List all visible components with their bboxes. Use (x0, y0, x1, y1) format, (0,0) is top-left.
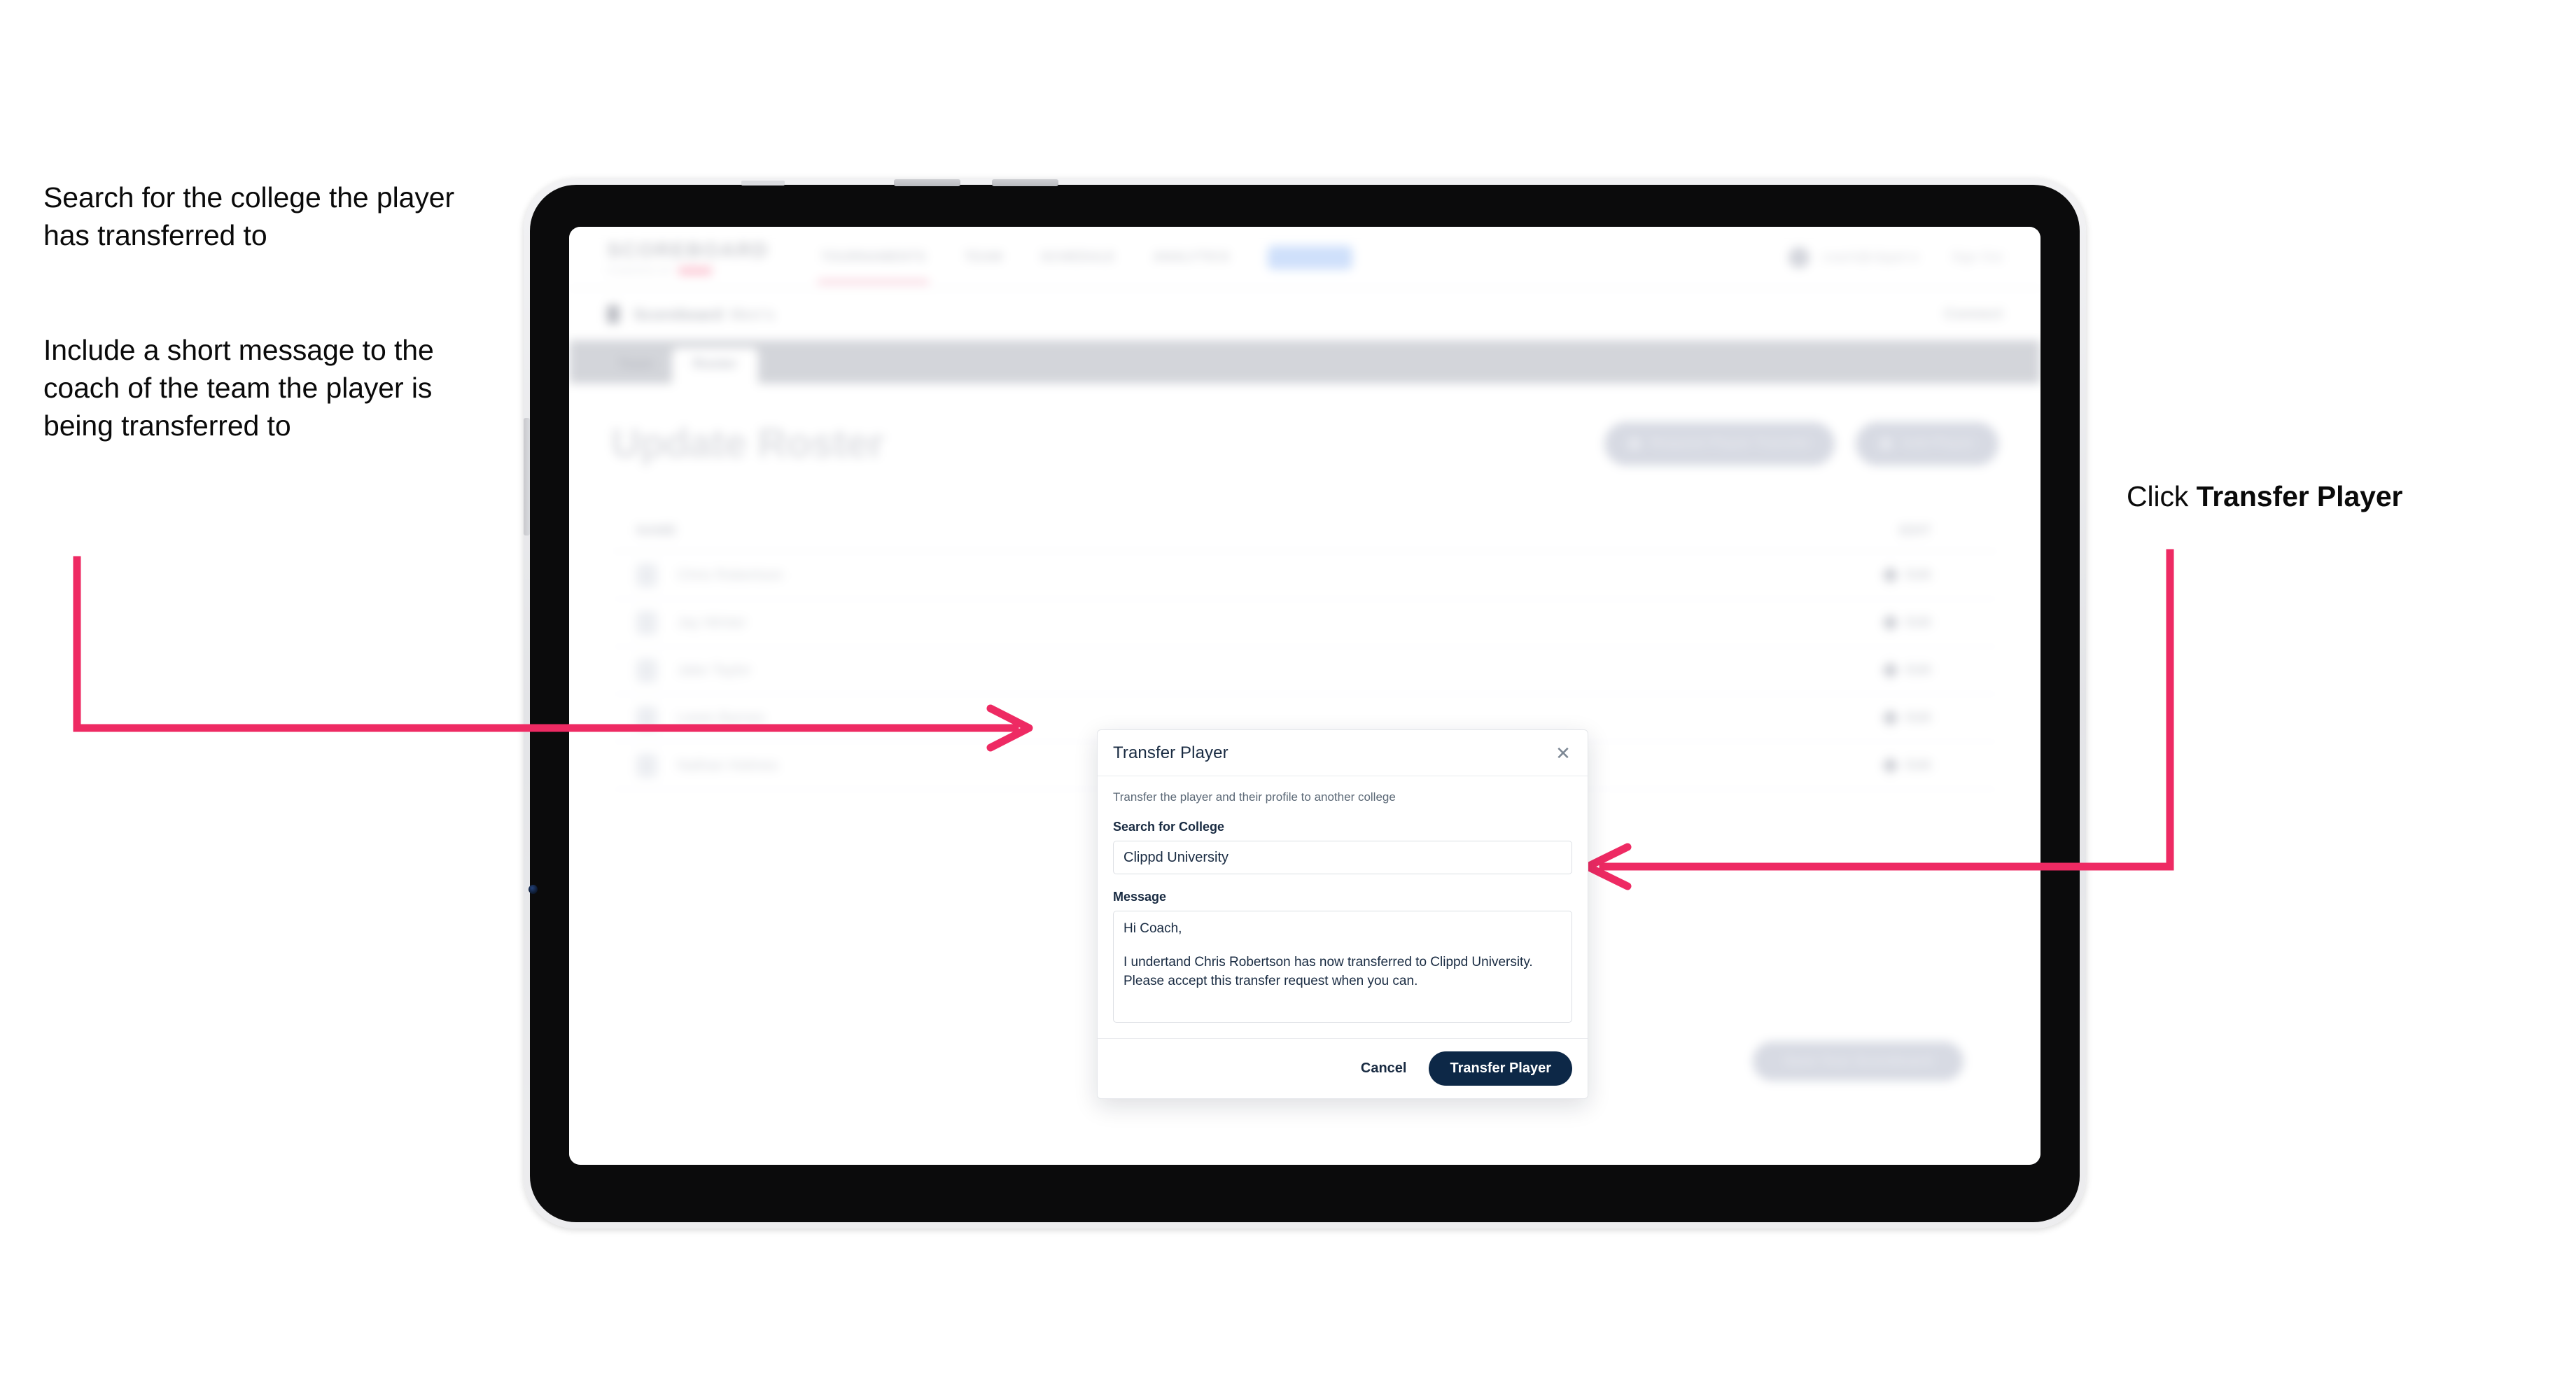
player-avatar (636, 658, 657, 682)
save-scoreboard-label: Save Your Scoreboard (1784, 1053, 1933, 1069)
breadcrumb-primary[interactable]: Scoreboard (634, 305, 723, 324)
logo-clippd-badge (678, 266, 713, 275)
search-college-input[interactable] (1113, 841, 1572, 874)
pencil-icon (1882, 757, 1899, 774)
player-avatar (636, 610, 657, 635)
edit-label: Edit (1906, 615, 1931, 630)
logo-subline: POWERED BY (607, 266, 769, 276)
close-icon[interactable]: ✕ (1553, 743, 1574, 764)
dialog-body: Transfer the player and their profile to… (1098, 776, 1588, 1038)
annotation-click-transfer: Click Transfer Player (2127, 477, 2519, 515)
transfer-player-button[interactable]: Transfer Player (1429, 1051, 1572, 1086)
nav-item-tournaments[interactable]: TOURNAMENTS (818, 250, 929, 284)
player-avatar (636, 706, 657, 730)
app-logo[interactable]: SCOREBOARD POWERED BY (607, 239, 769, 276)
add-player-label: Add Player (1901, 435, 1975, 451)
add-player-button[interactable]: Add Player (1855, 421, 1998, 465)
logo-wordmark: SCOREBOARD (607, 239, 769, 262)
front-camera-icon (528, 885, 538, 894)
pencil-icon (1882, 709, 1899, 727)
row-edit-action[interactable]: Edit (1882, 757, 1998, 774)
column-header-name: NAME (636, 524, 678, 538)
row-edit-action[interactable]: Edit (1882, 614, 1998, 631)
row-edit-action[interactable]: Edit (1882, 566, 1998, 584)
player-avatar (636, 753, 657, 778)
page-action-buttons: Request Player Transfer Add Player (1604, 421, 1998, 465)
edit-label: Edit (1906, 757, 1931, 773)
message-line-1: Hi Coach, (1124, 921, 1182, 936)
app-header: SCOREBOARD POWERED BY TOURNAMENTS TEAM S… (569, 227, 2040, 288)
table-row[interactable]: Chris Robertson Edit (611, 552, 1998, 599)
tab-roster[interactable]: Roster (671, 348, 759, 384)
logo-powered-by: POWERED BY (607, 265, 674, 276)
dialog-subtitle: Transfer the player and their profile to… (1113, 790, 1396, 804)
page-header-row: Update Roster Request Player Transfer Ad… (611, 420, 1998, 467)
transfer-player-dialog: Transfer Player ✕ Transfer the player an… (1097, 729, 1588, 1099)
breadcrumb: Scoreboard Men's Connect (569, 288, 2040, 340)
player-avatar (636, 563, 657, 587)
account-email: coach@clippd.io (1822, 250, 1919, 264)
page-title: Update Roster (611, 421, 884, 466)
tab-bar: Team Roster (569, 340, 2040, 384)
nav-item-schedule[interactable]: SCHEDULE (1040, 250, 1115, 265)
roster-list-header: NAME EDIT (611, 512, 1998, 552)
device-top-notch (741, 181, 785, 186)
tablet-bezel: SCOREBOARD POWERED BY TOURNAMENTS TEAM S… (524, 179, 2080, 1222)
scoreboard-icon (607, 305, 620, 323)
search-college-label: Search for College (1113, 820, 1225, 834)
edit-label: Edit (1906, 567, 1931, 582)
cancel-button[interactable]: Cancel (1357, 1060, 1411, 1077)
player-name: Lewis Barnes (677, 709, 766, 726)
pencil-icon (1882, 566, 1899, 584)
player-name: Jay Winter (677, 614, 747, 631)
pencil-icon (1882, 662, 1899, 679)
player-name: Nathan Holmes (677, 757, 778, 774)
message-line-3: Please accept this transfer request when… (1124, 973, 1418, 988)
volume-down-button[interactable] (992, 179, 1058, 186)
main-nav: TOURNAMENTS TEAM SCHEDULE ANALYTICS ROST… (818, 245, 1352, 284)
volume-up-button[interactable] (894, 179, 960, 186)
nav-item-roster[interactable]: ROSTER (1267, 245, 1352, 270)
annotation-search-college: Search for the college the player has tr… (43, 181, 454, 252)
row-edit-action[interactable]: Edit (1882, 709, 1998, 727)
save-scoreboard-area: Save Your Scoreboard (1753, 1042, 1963, 1081)
message-line-2: I undertand Chris Robertson has now tran… (1124, 954, 1533, 969)
pencil-icon (1882, 614, 1899, 631)
table-row[interactable]: Jake Taylor Edit (611, 647, 1998, 694)
page-content: Update Roster Request Player Transfer Ad… (569, 384, 2040, 790)
edit-label: Edit (1906, 710, 1931, 725)
dialog-title: Transfer Player (1113, 743, 1228, 762)
annotation-click-bold: Transfer Player (2196, 480, 2403, 512)
breadcrumb-secondary: Men's (729, 304, 776, 323)
tablet-screen: SCOREBOARD POWERED BY TOURNAMENTS TEAM S… (569, 227, 2040, 1165)
edit-label: Edit (1906, 662, 1931, 678)
plus-icon (1879, 437, 1892, 450)
annotation-include-message: Include a short message to the coach of … (43, 334, 434, 442)
message-textarea[interactable]: Hi Coach, I undertand Chris Robertson ha… (1113, 911, 1572, 1023)
dialog-footer: Cancel Transfer Player (1098, 1038, 1588, 1098)
header-account-area: coach@clippd.io Sign Out (1788, 246, 2003, 268)
table-row[interactable]: Jay Winter Edit (611, 599, 1998, 647)
transfer-icon (1628, 437, 1641, 450)
nav-item-analytics[interactable]: ANALYTICS (1153, 250, 1230, 265)
sign-out-link[interactable]: Sign Out (1952, 250, 2003, 265)
row-edit-action[interactable]: Edit (1882, 662, 1998, 679)
request-player-transfer-button[interactable]: Request Player Transfer (1604, 421, 1835, 465)
field-spacer (1113, 874, 1572, 890)
connect-menu[interactable]: Connect (1944, 306, 2003, 323)
request-transfer-label: Request Player Transfer (1650, 435, 1811, 451)
screenshot-canvas: Search for the college the player has tr… (0, 0, 2576, 1386)
avatar[interactable] (1788, 246, 1810, 268)
save-scoreboard-button[interactable]: Save Your Scoreboard (1753, 1042, 1963, 1081)
nav-item-team[interactable]: TEAM (964, 250, 1002, 265)
tablet-device-frame: SCOREBOARD POWERED BY TOURNAMENTS TEAM S… (524, 178, 2086, 1228)
message-label: Message (1113, 890, 1167, 904)
player-name: Jake Taylor (677, 662, 751, 678)
dialog-header: Transfer Player ✕ (1098, 730, 1588, 776)
player-name: Chris Robertson (677, 566, 783, 583)
annotation-click-prefix: Click (2127, 480, 2197, 512)
column-header-edit: EDIT (1899, 524, 1931, 538)
power-button[interactable] (524, 418, 530, 536)
tab-team[interactable]: Team (600, 348, 672, 384)
